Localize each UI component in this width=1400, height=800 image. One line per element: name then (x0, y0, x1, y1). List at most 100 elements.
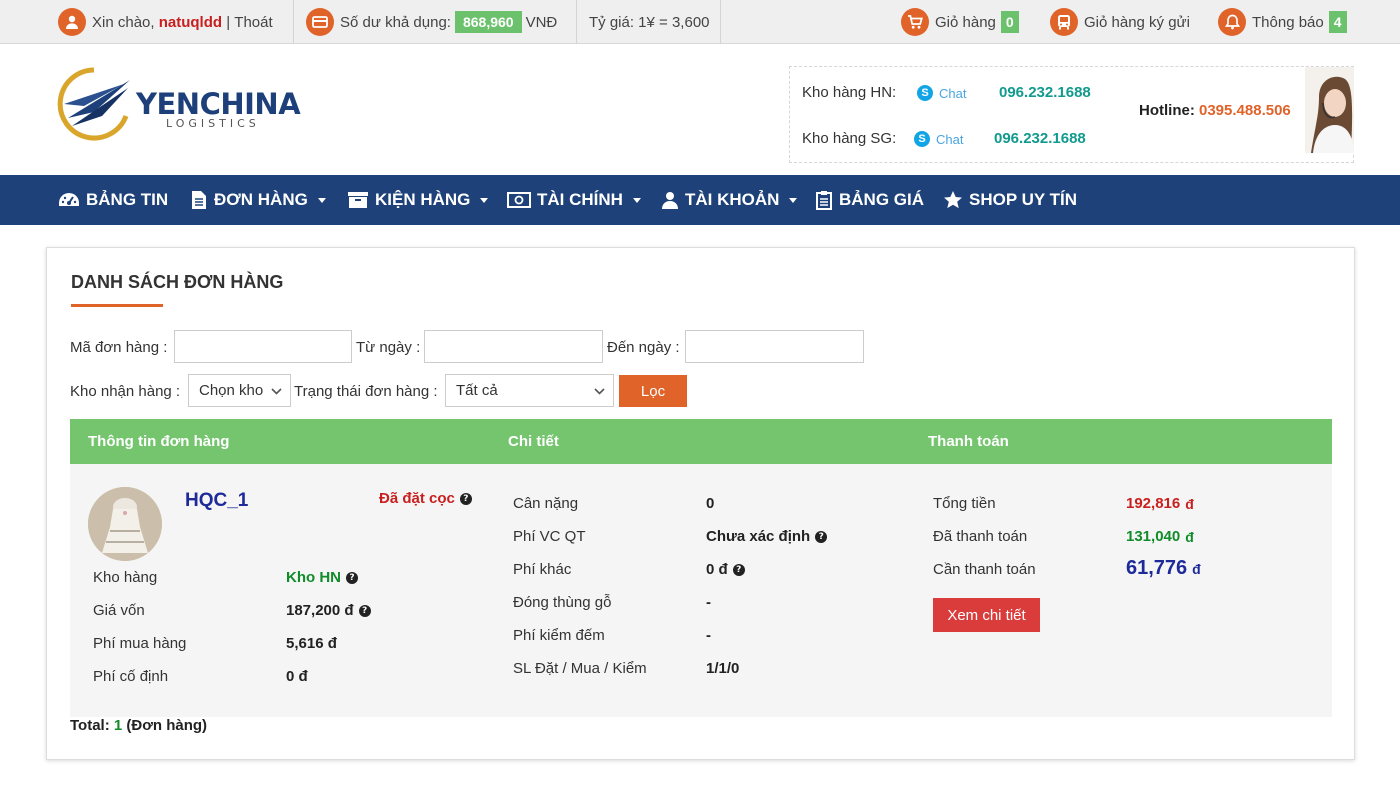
table-row: HQC_1 Đã đặt cọc? Kho hàng Kho HN? Giá v… (70, 464, 1332, 717)
order-code-label: Mã đơn hàng : (70, 339, 168, 356)
product-thumbnail[interactable] (88, 487, 162, 561)
user-icon (662, 192, 678, 209)
nav-trusted-shops[interactable]: SHOP UY TÍN (943, 175, 1077, 225)
warehouse-select[interactable]: Chọn kho (188, 374, 291, 407)
cart-icon (901, 8, 929, 36)
nav-packages[interactable]: KIỆN HÀNG (347, 175, 489, 225)
detail-label: SL Đặt / Mua / Kiểm (513, 660, 647, 677)
logo-emblem-icon (57, 67, 130, 141)
currency: đ (1185, 495, 1194, 512)
warehouse-sg-label: Kho hàng SG: (802, 130, 897, 147)
quantity-value: 1/1/0 (706, 660, 740, 677)
warehouse-hn-label: Kho hàng HN: (802, 84, 897, 101)
nav-pricing-label: BẢNG GIÁ (839, 190, 924, 209)
order-code-link[interactable]: HQC_1 (185, 490, 248, 512)
nav-trusted-shops-label: SHOP UY TÍN (969, 190, 1078, 209)
total-summary-label: Total: (70, 717, 110, 734)
order-list-panel: DANH SÁCH ĐƠN HÀNG Mã đơn hàng : Từ ngày… (46, 247, 1355, 760)
nav-packages-label: KIỆN HÀNG (375, 190, 471, 209)
logo-subtitle: LOGISTICS (166, 117, 260, 130)
nav-account-label: TÀI KHOẢN (685, 190, 780, 209)
nav-account[interactable]: TÀI KHOẢN (661, 175, 798, 225)
order-status-label: Trạng thái đơn hàng : (294, 383, 438, 400)
info-label: Giá vốn (93, 602, 145, 619)
wood-packing-value: - (706, 594, 711, 611)
logout-link[interactable]: Thoát (234, 14, 272, 31)
skype-chat-label: Chat (939, 85, 967, 101)
contact-box: Kho hàng HN: S Chat 096.232.1688 Kho hàng… (789, 66, 1354, 163)
intl-shipping-text: Chưa xác định (706, 528, 811, 545)
chevron-down-icon (789, 197, 798, 203)
user-icon (58, 8, 86, 36)
consign-cart-link[interactable]: Giỏ hàng ký gửi (1050, 0, 1190, 44)
order-code-input[interactable] (174, 330, 352, 363)
due-amount: 61,776 đ (1126, 557, 1201, 580)
order-status-select[interactable]: Tất cả (445, 374, 614, 407)
weight-value: 0 (706, 495, 715, 512)
help-icon[interactable]: ? (346, 571, 358, 584)
wallet-icon (306, 8, 334, 36)
warehouse-label: Kho nhận hàng : (70, 383, 181, 400)
skype-icon: S (914, 131, 930, 147)
notification-link[interactable]: Thông báo 4 (1218, 0, 1347, 44)
from-date-input[interactable] (424, 330, 603, 363)
info-label: Phí mua hàng (93, 635, 187, 652)
help-icon[interactable]: ? (732, 563, 745, 576)
nav-finance[interactable]: TÀI CHÍNH (507, 175, 641, 225)
skype-chat-hn[interactable]: S Chat (917, 85, 966, 101)
count-check-value: - (706, 627, 711, 644)
cost-value: 187,200 đ (286, 602, 354, 619)
column-header-payment: Thanh toán (928, 433, 1009, 450)
clipboard-icon (816, 191, 832, 210)
chevron-down-icon (317, 197, 326, 203)
cart-label: Giỏ hàng (935, 13, 996, 31)
logo-text: YENCHINA (136, 87, 301, 121)
paid-label: Đã thanh toán (933, 528, 1028, 545)
to-date-label: Đến ngày : (607, 339, 680, 356)
help-icon[interactable]: ? (358, 604, 371, 617)
nav-dashboard[interactable]: BẢNG TIN (58, 175, 168, 225)
skype-icon: S (917, 85, 933, 101)
to-date-input[interactable] (685, 330, 864, 363)
view-detail-button[interactable]: Xem chi tiết (933, 598, 1040, 632)
top-bar: Xin chào, natuqldd | Thoát Số dư khả dụn… (0, 0, 1400, 44)
star-icon (944, 191, 962, 209)
table-header: Thông tin đơn hàng Chi tiết Thanh toán (70, 419, 1332, 464)
consign-cart-label: Giỏ hàng ký gửi (1084, 13, 1190, 31)
nav-finance-label: TÀI CHÍNH (537, 190, 623, 209)
user-greeting: Xin chào, natuqldd | Thoát (58, 0, 273, 44)
order-total: Total: 1 (Đơn hàng) (70, 717, 207, 734)
other-fee-text: 0 đ (706, 561, 728, 578)
warehouse-value: Kho HN (286, 569, 341, 586)
phone-sg[interactable]: 096.232.1688 (994, 130, 1086, 147)
phone-hn[interactable]: 096.232.1688 (999, 84, 1091, 101)
nav-pricing[interactable]: BẢNG GIÁ (815, 175, 924, 225)
chevron-down-icon (594, 388, 605, 395)
package-icon (348, 192, 368, 208)
cart-link[interactable]: Giỏ hàng 0 (901, 0, 1019, 44)
order-status-selected: Tất cả (456, 382, 498, 399)
nav-dashboard-label: BẢNG TIN (86, 190, 169, 209)
currency: đ (1192, 560, 1201, 577)
info-value: Kho HN? (286, 569, 358, 586)
skype-chat-sg[interactable]: S Chat (914, 131, 963, 147)
help-icon[interactable]: ? (815, 530, 828, 543)
warehouse-selected: Chọn kho (199, 382, 264, 399)
help-icon[interactable]: ? (459, 492, 472, 505)
page-title: DANH SÁCH ĐƠN HÀNG (71, 272, 284, 292)
product-image (88, 487, 162, 561)
nav-orders[interactable]: ĐƠN HÀNG (190, 175, 326, 225)
chevron-down-icon (271, 388, 282, 395)
paid-value: 131,040 (1126, 528, 1181, 545)
username[interactable]: natuqldd (159, 14, 222, 31)
balance-label: Số dư khả dụng: (340, 13, 451, 31)
dashboard-icon (59, 193, 79, 206)
document-icon (192, 191, 206, 209)
hotline-number[interactable]: 0395.488.506 (1199, 102, 1291, 119)
column-header-order-info: Thông tin đơn hàng (88, 433, 230, 450)
greeting-divider: | (226, 13, 231, 31)
filter-button[interactable]: Lọc (619, 375, 687, 407)
chevron-down-icon (632, 197, 641, 203)
notification-label: Thông báo (1252, 13, 1324, 31)
logo[interactable]: YENCHINA LOGISTICS (54, 66, 314, 142)
